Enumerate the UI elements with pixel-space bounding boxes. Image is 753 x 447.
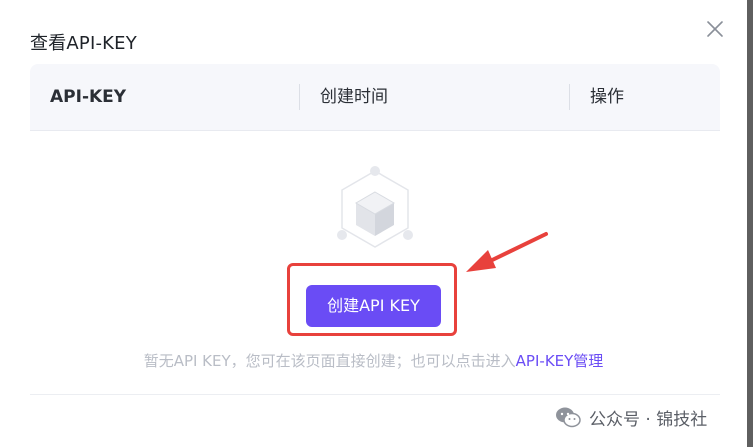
column-divider (299, 84, 300, 110)
dialog-title: 查看API-KEY (30, 33, 137, 54)
watermark-text: 公众号 · 锦技社 (589, 409, 708, 430)
annotation-arrow (460, 228, 552, 278)
empty-hint: 暂无API KEY，您可在该页面直接创建；也可以点击进入API-KEY管理 (0, 350, 747, 371)
column-header-created-time: 创建时间 (320, 87, 388, 107)
api-key-management-link[interactable]: API-KEY管理 (516, 352, 604, 370)
table-header: API-KEY 创建时间 操作 (30, 64, 720, 131)
empty-hint-text: 暂无API KEY，您可在该页面直接创建；也可以点击进入 (143, 352, 516, 370)
column-header-api-key: API-KEY (50, 87, 127, 107)
backdrop-edge (747, 0, 753, 447)
column-header-actions: 操作 (590, 87, 624, 107)
api-key-dialog: 查看API-KEY API-KEY 创建时间 操作 创建API KEY 暂无AP… (0, 0, 747, 447)
create-api-key-button[interactable]: 创建API KEY (306, 285, 441, 327)
column-divider (569, 84, 570, 110)
wechat-icon (556, 407, 581, 428)
divider (30, 394, 720, 395)
close-icon[interactable] (704, 18, 726, 40)
watermark: 公众号 · 锦技社 (555, 404, 707, 430)
empty-box-icon (330, 162, 420, 252)
